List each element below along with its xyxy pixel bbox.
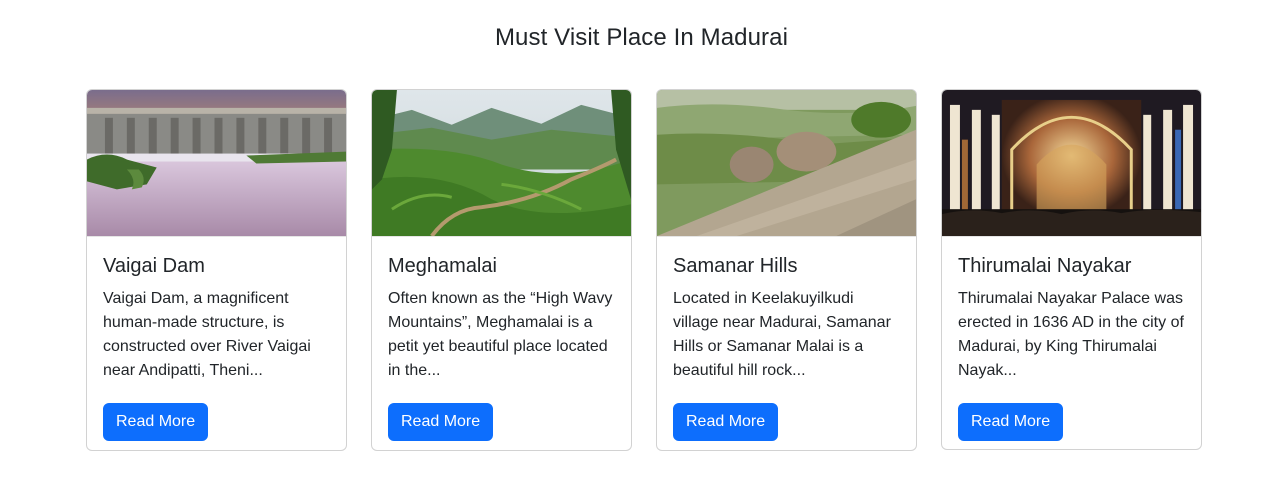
card-grid: Vaigai Dam Vaigai Dam, a magnificent hum… (86, 89, 1202, 451)
card-description: Located in Keelakuyilkudi village near M… (673, 290, 891, 379)
read-more-button[interactable]: Read More (958, 403, 1064, 441)
rock-hill-photo (657, 90, 916, 237)
place-card-thirumalai-nayakar: Thirumalai Nayakar Thirumalai Nayakar Pa… (941, 89, 1202, 450)
read-more-button[interactable]: Read More (388, 403, 494, 441)
card-description: Vaigai Dam, a magnificent human-made str… (103, 290, 311, 379)
page-title: Must Visit Place In Madurai (494, 24, 789, 51)
card-title: Meghamalai (388, 255, 497, 277)
place-card-samanar-hills: Samanar Hills Located in Keelakuyilkudi … (656, 89, 917, 451)
place-card-meghamalai: Meghamalai Often known as the “High Wavy… (371, 89, 632, 451)
read-more-button[interactable]: Read More (673, 403, 779, 441)
dam-photo (87, 90, 346, 237)
tea-hills-photo (372, 90, 631, 237)
card-title: Samanar Hills (673, 255, 798, 277)
place-card-vaigai-dam: Vaigai Dam Vaigai Dam, a magnificent hum… (86, 89, 347, 451)
read-more-button[interactable]: Read More (103, 403, 209, 441)
card-title: Thirumalai Nayakar (958, 255, 1132, 277)
card-description: Thirumalai Nayakar Palace was erected in… (958, 290, 1184, 379)
card-title: Vaigai Dam (103, 255, 205, 277)
palace-photo (942, 90, 1201, 237)
card-description: Often known as the “High Wavy Mountains”… (388, 290, 613, 379)
